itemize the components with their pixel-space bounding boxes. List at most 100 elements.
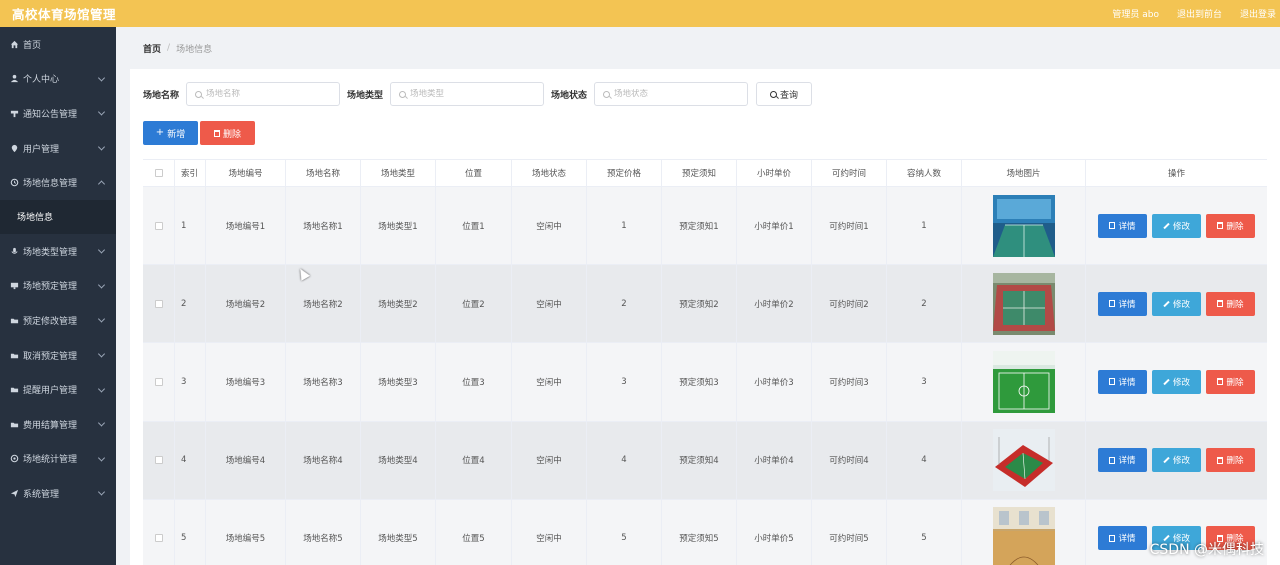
edit-label: 修改: [1172, 377, 1190, 388]
delete-button[interactable]: 删除: [1206, 448, 1255, 473]
table-row: 3 场地编号3 场地名称3 场地类型3 位置3 空闲中 3 预定须知3 小时单价…: [143, 343, 1267, 422]
chevron-down-icon: [97, 385, 106, 393]
row-select-cell: [143, 265, 175, 343]
row-action-group: 详情 修改 删除: [1098, 213, 1255, 238]
delete-button[interactable]: 删除: [1206, 369, 1255, 394]
row-select-cell: [143, 499, 175, 565]
app-title: 高校体育场馆管理: [12, 7, 117, 22]
admin-user-link[interactable]: 管理员 abo: [1112, 7, 1159, 20]
cell-type: 场地类型4: [361, 421, 436, 499]
delete-label: 删除: [1226, 299, 1244, 310]
edit-button[interactable]: 修改: [1152, 369, 1201, 394]
sidebar-item-fee-settlement[interactable]: 费用结算管理: [0, 407, 116, 442]
detail-button[interactable]: 详情: [1098, 291, 1147, 316]
venue-image[interactable]: [992, 194, 1055, 257]
top-links: 管理员 abo 退出到前台 退出登录: [1112, 7, 1280, 20]
search-label-status: 场地状态: [551, 90, 588, 101]
sidebar-item-remind-user[interactable]: 提醒用户管理: [0, 372, 116, 407]
document-icon: [1109, 222, 1116, 230]
breadcrumb-home[interactable]: 首页: [143, 42, 161, 55]
sidebar-item-notice[interactable]: 通知公告管理: [0, 96, 116, 131]
select-all-checkbox[interactable]: [154, 169, 163, 177]
content-panel: 场地名称 场地类型 场地状态 查询 + 新增: [130, 69, 1280, 565]
edit-button[interactable]: 修改: [1152, 213, 1201, 238]
delete-button[interactable]: 删除: [1206, 291, 1255, 316]
sidebar-item-home[interactable]: 首页: [0, 27, 116, 62]
sidebar-item-personal[interactable]: 个人中心: [0, 62, 116, 97]
venue-name-input[interactable]: [186, 82, 341, 106]
edit-label: 修改: [1172, 299, 1190, 310]
cell-index: 2: [175, 265, 206, 343]
venue-status-field[interactable]: [614, 89, 745, 99]
search-bar: 场地名称 场地类型 场地状态 查询: [143, 82, 813, 106]
sidebar-subitem-venue-info[interactable]: 场地信息: [0, 199, 116, 234]
col-header-note: 预定须知: [662, 160, 737, 186]
cell-type: 场地类型1: [361, 187, 436, 265]
venue-status-input[interactable]: [594, 82, 749, 106]
detail-button[interactable]: 详情: [1098, 448, 1147, 473]
cell-status: 空闲中: [512, 421, 587, 499]
venue-image[interactable]: [992, 350, 1055, 413]
detail-button[interactable]: 详情: [1098, 369, 1147, 394]
send-icon: [8, 487, 20, 499]
venue-image[interactable]: [992, 429, 1055, 492]
delete-button[interactable]: 删除: [1206, 213, 1255, 238]
sidebar-item-venue-stats[interactable]: 场地统计管理: [0, 442, 116, 477]
clock-icon: [8, 177, 20, 189]
row-action-group: 详情 修改 删除: [1098, 448, 1255, 473]
edit-icon: [1163, 300, 1170, 307]
detail-label: 详情: [1118, 534, 1136, 545]
edit-button[interactable]: 修改: [1152, 448, 1201, 473]
venue-image[interactable]: [992, 507, 1055, 565]
row-select-cell: [143, 343, 175, 421]
sidebar-item-booking-change[interactable]: 预定修改管理: [0, 303, 116, 338]
cell-position: 位置4: [436, 421, 512, 499]
batch-delete-button[interactable]: 删除: [200, 121, 255, 145]
venue-type-input[interactable]: [390, 82, 545, 106]
query-button-label: 查询: [780, 90, 799, 101]
venue-name-field[interactable]: [206, 89, 337, 99]
add-button[interactable]: + 新增: [143, 121, 198, 145]
search-label-name: 场地名称: [143, 90, 180, 101]
edit-button[interactable]: 修改: [1152, 291, 1201, 316]
document-icon: [1109, 456, 1116, 464]
sidebar-item-system[interactable]: 系统管理: [0, 476, 116, 511]
row-checkbox[interactable]: [154, 221, 163, 230]
row-checkbox[interactable]: [154, 534, 163, 543]
query-button[interactable]: 查询: [756, 82, 813, 106]
row-checkbox[interactable]: [154, 299, 163, 308]
detail-button[interactable]: 详情: [1098, 526, 1147, 551]
trash-icon: [1217, 300, 1224, 308]
sidebar-item-label: 场地统计管理: [23, 455, 78, 466]
sidebar-item-booking-cancel[interactable]: 取消预定管理: [0, 338, 116, 373]
sidebar-item-venue-booking[interactable]: 场地预定管理: [0, 269, 116, 304]
detail-button[interactable]: 详情: [1098, 213, 1147, 238]
cell-position: 位置2: [436, 265, 512, 343]
venue-image[interactable]: [992, 272, 1055, 335]
trash-icon: [213, 129, 220, 137]
cell-capacity: 1: [887, 187, 962, 265]
cell-image: [962, 187, 1086, 265]
sidebar-item-users[interactable]: 用户管理: [0, 131, 116, 166]
cell-image: [962, 421, 1086, 499]
go-frontend-link[interactable]: 退出到前台: [1177, 7, 1222, 20]
cell-no: 场地编号5: [206, 499, 286, 565]
edit-label: 修改: [1172, 456, 1190, 467]
cell-price: 3: [587, 343, 662, 421]
col-header-status: 场地状态: [512, 160, 587, 186]
cell-image: [962, 265, 1086, 343]
cell-image: [962, 499, 1086, 565]
cell-time: 可约时间1: [812, 187, 887, 265]
sidebar-item-venue-type[interactable]: 场地类型管理: [0, 234, 116, 269]
row-checkbox[interactable]: [154, 377, 163, 386]
venue-type-field[interactable]: [410, 89, 541, 99]
document-icon: [1109, 378, 1116, 386]
cell-position: 位置5: [436, 499, 512, 565]
detail-label: 详情: [1118, 299, 1136, 310]
sidebar-item-venue-info[interactable]: 场地信息管理: [0, 165, 116, 200]
row-checkbox[interactable]: [154, 456, 163, 465]
logout-link[interactable]: 退出登录: [1240, 7, 1276, 20]
col-header-image: 场地图片: [962, 160, 1086, 186]
cell-name: 场地名称2: [286, 265, 361, 343]
cell-no: 场地编号4: [206, 421, 286, 499]
